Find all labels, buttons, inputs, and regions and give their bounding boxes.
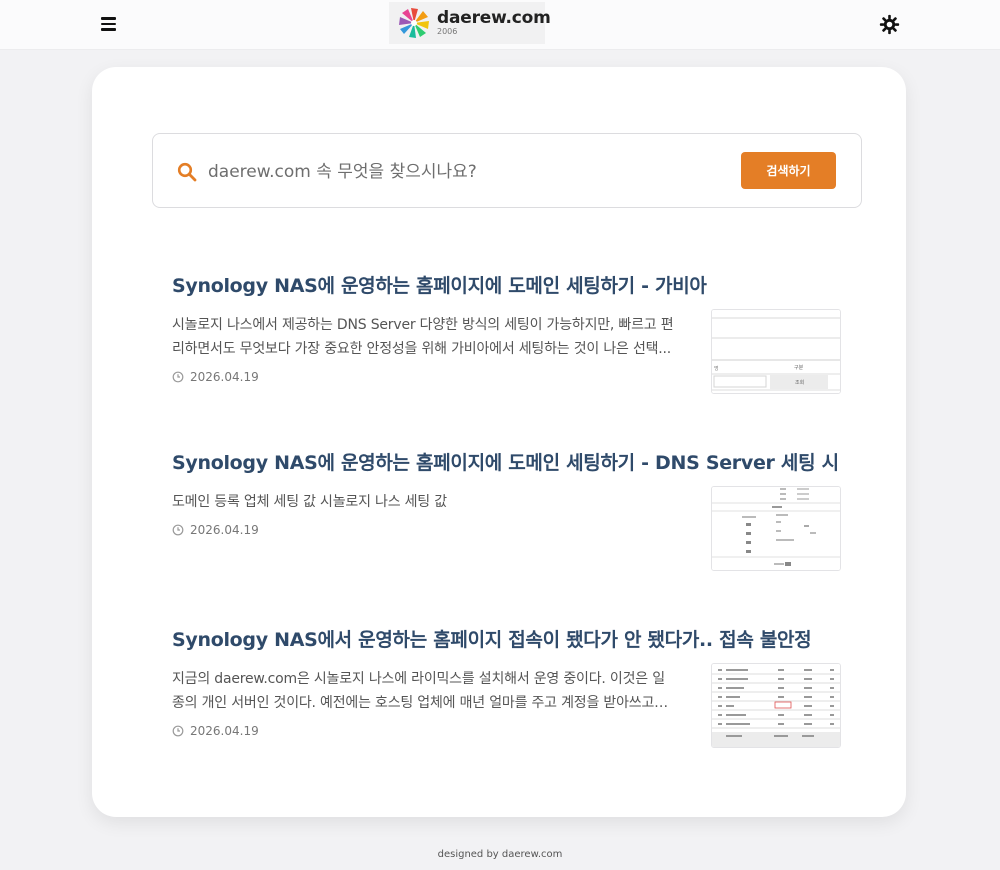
post-excerpt: 지금의 daerew.com은 시놀로지 나스에 라이믹스를 설치해서 운영 중… [172,671,665,711]
post-item: Synology NAS에 운영하는 홈페이지에 도메인 세팅하기 - DNS … [172,448,842,573]
pinwheel-logo-icon [399,8,429,38]
svg-text:구분: 구분 [794,365,804,371]
post-item: Synology NAS에서 운영하는 홈페이지 접속이 됐다가 안 됐다가..… [172,625,842,750]
post-thumbnail[interactable]: 명 구분 조회 [711,309,841,394]
svg-text:조회: 조회 [795,379,804,386]
clock-icon [172,371,184,383]
post-excerpt: 도메인 등록 업체 세팅 값 시놀로지 나스 세팅 값 [172,494,447,510]
post-date-text: 2026.04.19 [190,724,259,738]
clock-icon [172,524,184,536]
search-icon [177,162,197,182]
post-title[interactable]: Synology NAS에 운영하는 홈페이지에 도메인 세팅하기 - DNS … [172,448,842,475]
search-box: 검색하기 [152,133,862,208]
post-date-text: 2026.04.19 [190,523,259,537]
table-screenshot-image: 명 구분 조회 [712,310,840,393]
logo-year: 2006 [437,27,458,36]
footer-credit: designed by daerew.com [437,849,563,860]
post-date: 2026.04.19 [172,523,259,537]
top-bar: daerew.com 2006 [0,0,1000,50]
post-thumbnail[interactable] [711,663,841,748]
main-card: 검색하기 Synology NAS에 운영하는 홈페이지에 도메인 세팅하기 -… [92,67,906,817]
search-input[interactable] [208,154,728,190]
dns-settings-screenshot-image [712,487,840,570]
post-excerpt: 시놀로지 나스에서 제공하는 DNS Server 다양한 방식의 세팅이 가능… [172,317,674,357]
hamburger-menu-icon[interactable] [98,13,120,35]
sun-icon[interactable] [879,14,900,35]
post-date: 2026.04.19 [172,724,259,738]
post-title[interactable]: Synology NAS에 운영하는 홈페이지에 도메인 세팅하기 - 가비아 [172,271,842,298]
svg-text:명: 명 [714,365,719,372]
post-thumbnail[interactable] [711,486,841,571]
post-item: Synology NAS에 운영하는 홈페이지에 도메인 세팅하기 - 가비아 … [172,271,842,396]
post-date: 2026.04.19 [172,370,259,384]
dns-record-list-screenshot-image [712,664,840,747]
post-date-text: 2026.04.19 [190,370,259,384]
logo-name: daerew.com [437,8,551,28]
site-logo[interactable]: daerew.com 2006 [389,2,551,44]
search-button[interactable]: 검색하기 [741,152,836,189]
clock-icon [172,725,184,737]
post-title[interactable]: Synology NAS에서 운영하는 홈페이지 접속이 됐다가 안 됐다가..… [172,625,842,652]
